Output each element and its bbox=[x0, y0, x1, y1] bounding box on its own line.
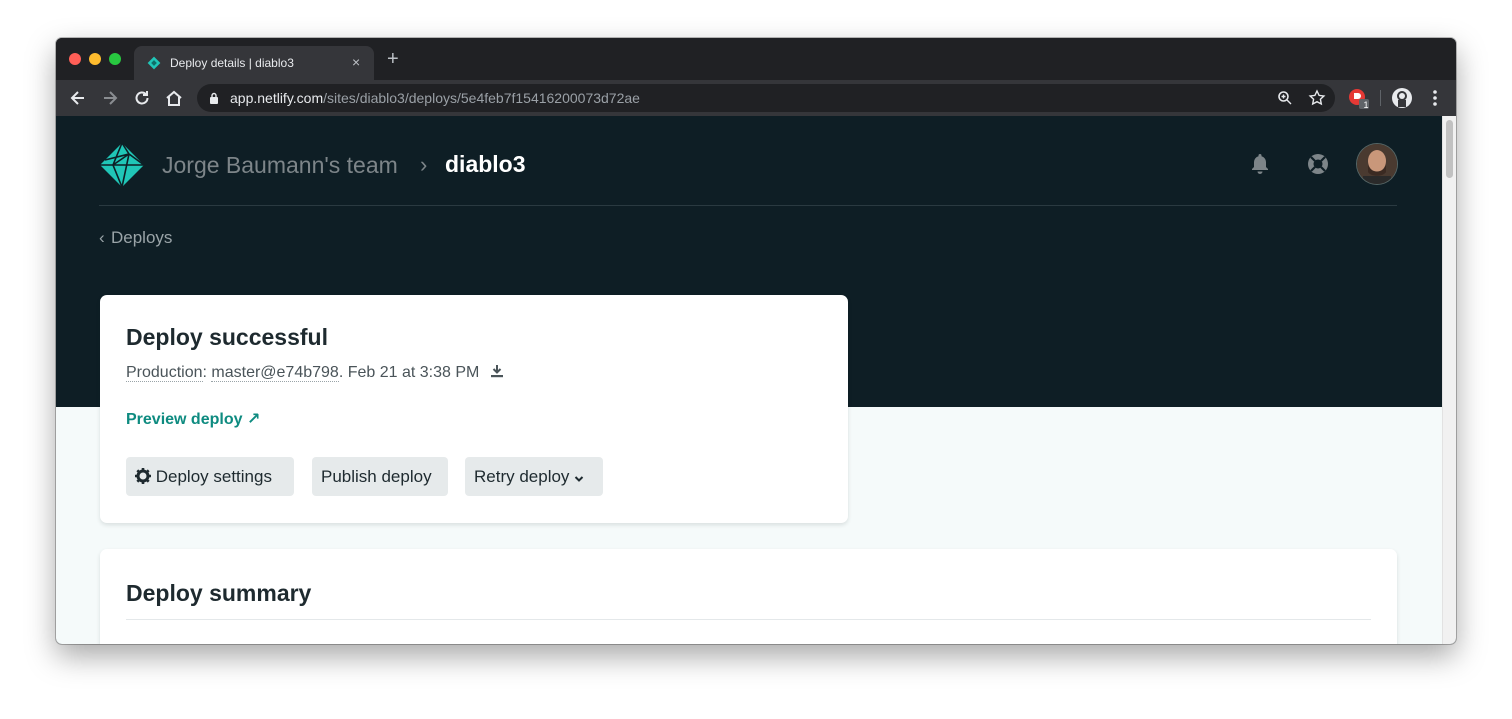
toolbar-divider bbox=[1380, 90, 1381, 106]
browser-toolbar: app.netlify.com/sites/diablo3/deploys/5e… bbox=[56, 80, 1456, 116]
netlify-favicon-icon bbox=[147, 56, 161, 70]
header-divider bbox=[99, 205, 1397, 206]
preview-deploy-label: Preview deploy bbox=[126, 411, 243, 428]
breadcrumb-separator: › bbox=[420, 152, 428, 177]
publish-deploy-label: Publish deploy bbox=[321, 467, 432, 486]
browser-window: Deploy details | diablo3 × + app.netlify… bbox=[56, 38, 1456, 644]
new-tab-button[interactable]: + bbox=[387, 49, 399, 69]
extension-badge: 1 bbox=[1363, 100, 1369, 110]
back-to-deploys-link[interactable]: ‹ Deploys bbox=[99, 228, 172, 248]
back-arrow-icon[interactable] bbox=[68, 88, 88, 108]
maximize-window-button[interactable] bbox=[109, 53, 121, 65]
chevron-down-icon bbox=[574, 476, 584, 482]
tab-strip: Deploy details | diablo3 × + bbox=[56, 38, 1456, 80]
chevron-left-icon: ‹ bbox=[99, 228, 105, 247]
deploy-summary-card: Deploy summary bbox=[100, 549, 1397, 644]
zoom-icon[interactable] bbox=[1276, 89, 1294, 107]
profile-icon[interactable] bbox=[1391, 87, 1413, 109]
publish-deploy-button[interactable]: Publish deploy bbox=[312, 457, 448, 496]
deploy-summary-title: Deploy summary bbox=[126, 580, 312, 606]
user-avatar[interactable] bbox=[1357, 144, 1397, 184]
kebab-menu-icon[interactable] bbox=[1425, 88, 1445, 108]
preview-deploy-link[interactable]: Preview deploy ↗ bbox=[126, 409, 260, 429]
deploy-status-card: Deploy successful Production: master@e74… bbox=[100, 295, 848, 523]
deploy-commit-link[interactable]: master@e74b798 bbox=[211, 364, 339, 382]
netlify-logo[interactable] bbox=[99, 142, 145, 188]
summary-divider bbox=[126, 619, 1371, 620]
page-scrollbar[interactable] bbox=[1442, 116, 1456, 644]
minimize-window-button[interactable] bbox=[89, 53, 101, 65]
url-text[interactable]: app.netlify.com/sites/diablo3/deploys/5e… bbox=[230, 90, 640, 106]
deploy-status-title: Deploy successful bbox=[126, 324, 328, 350]
lifebuoy-icon[interactable] bbox=[1306, 152, 1330, 176]
page-viewport: Jorge Baumann's team › diablo3 ‹ Deploys bbox=[56, 116, 1442, 644]
deploy-settings-label: Deploy settings bbox=[155, 467, 272, 486]
gear-icon bbox=[135, 468, 151, 484]
back-label: Deploys bbox=[111, 228, 173, 247]
deploy-time: . Feb 21 at 3:38 PM bbox=[338, 364, 480, 381]
star-icon[interactable] bbox=[1308, 89, 1326, 107]
tab-title: Deploy details | diablo3 bbox=[170, 56, 294, 70]
browser-tab-active[interactable]: Deploy details | diablo3 × bbox=[134, 46, 374, 80]
deploy-meta: Production: master@e74b798. Feb 21 at 3:… bbox=[126, 364, 504, 382]
download-icon[interactable] bbox=[490, 364, 504, 378]
url-host: app.netlify.com bbox=[230, 90, 324, 106]
address-bar[interactable]: app.netlify.com/sites/diablo3/deploys/5e… bbox=[197, 84, 1335, 112]
deploy-context: Production bbox=[126, 364, 203, 382]
deploy-settings-button[interactable]: Deploy settings bbox=[126, 457, 294, 496]
avatar-photo bbox=[1357, 144, 1397, 184]
retry-deploy-button[interactable]: Retry deploy bbox=[465, 457, 603, 496]
lock-icon bbox=[210, 92, 218, 104]
scrollbar-thumb[interactable] bbox=[1446, 120, 1453, 178]
retry-deploy-label: Retry deploy bbox=[474, 467, 570, 486]
close-window-button[interactable] bbox=[69, 53, 81, 65]
bell-icon[interactable] bbox=[1248, 152, 1272, 176]
breadcrumb-site[interactable]: diablo3 bbox=[445, 151, 526, 178]
url-path: /sites/diablo3/deploys/5e4feb7f154162000… bbox=[323, 90, 640, 106]
reload-icon[interactable] bbox=[132, 88, 152, 108]
external-link-icon: ↗ bbox=[246, 411, 261, 428]
home-icon[interactable] bbox=[164, 88, 184, 108]
close-tab-icon[interactable]: × bbox=[352, 54, 360, 70]
forward-arrow-icon[interactable] bbox=[100, 88, 120, 108]
breadcrumb-team[interactable]: Jorge Baumann's team bbox=[162, 152, 398, 179]
